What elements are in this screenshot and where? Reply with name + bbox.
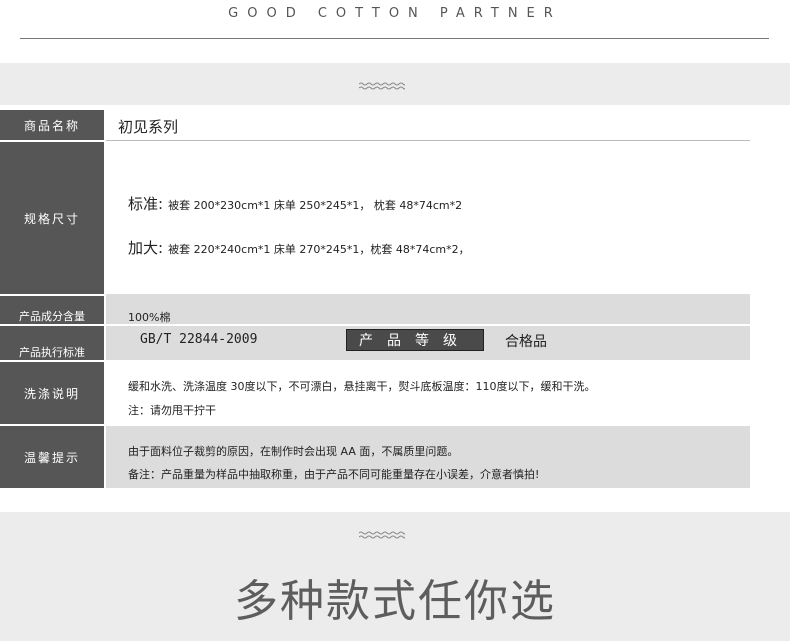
tips-line-1: 由于面料位子裁剪的原因，在制作时会出现 AA 面，不属质里问题。 <box>128 445 459 458</box>
label-material: 产品成分含量 <box>0 296 104 324</box>
tips-line-2: 备注：产品重量为样品中抽取称重，由于产品不同可能重量存在小误差，介意者慎拍! <box>128 468 540 481</box>
wave-ornament-icon <box>359 531 405 539</box>
label-product-name: 商品名称 <box>0 110 104 140</box>
size-standard-prefix: 标准: <box>128 195 164 213</box>
row-divider <box>106 140 750 141</box>
wave-ornament-icon <box>359 82 405 90</box>
slogan-heading: 多种款式任你选 <box>234 576 556 627</box>
product-info-table: 商品名称 初见系列 规格尺寸 标准: 被套 200*230cm*1 床单 250… <box>0 110 750 488</box>
product-name-value: 初见系列 <box>118 118 179 136</box>
size-large: 加大: 被套 220*240cm*1 床单 270*245*1，枕套 48*74… <box>128 237 470 258</box>
label-tips: 温馨提示 <box>0 426 104 488</box>
size-large-prefix: 加大: <box>128 239 164 257</box>
standard-value: GB/T 22844-2009 <box>140 332 258 347</box>
wash-line-2: 注：请勿甩干拧干 <box>128 404 216 417</box>
label-size: 规格尺寸 <box>0 142 104 294</box>
size-standard-text: 被套 200*230cm*1 床单 250*245*1， 枕套 48*74cm*… <box>168 199 463 212</box>
size-large-text: 被套 220*240cm*1 床单 270*245*1，枕套 48*74cm*2… <box>168 243 470 256</box>
material-cell <box>106 294 750 324</box>
size-standard: 标准: 被套 200*230cm*1 床单 250*245*1， 枕套 48*7… <box>128 193 492 214</box>
label-wash: 洗涤说明 <box>0 362 104 424</box>
grade-value: 合格品 <box>505 334 547 350</box>
top-divider <box>20 38 769 39</box>
material-value: 100%棉 <box>128 311 171 324</box>
brand-heading: GOOD COTTON PARTNER <box>228 6 562 21</box>
label-standard: 产品执行标准 <box>0 326 104 360</box>
wash-line-1: 缓和水洗、洗涤温度 30度以下，不可漂白，悬挂离干，熨斗底板温度：110度以下，… <box>128 380 596 393</box>
grade-label: 产品等级 <box>347 330 483 350</box>
